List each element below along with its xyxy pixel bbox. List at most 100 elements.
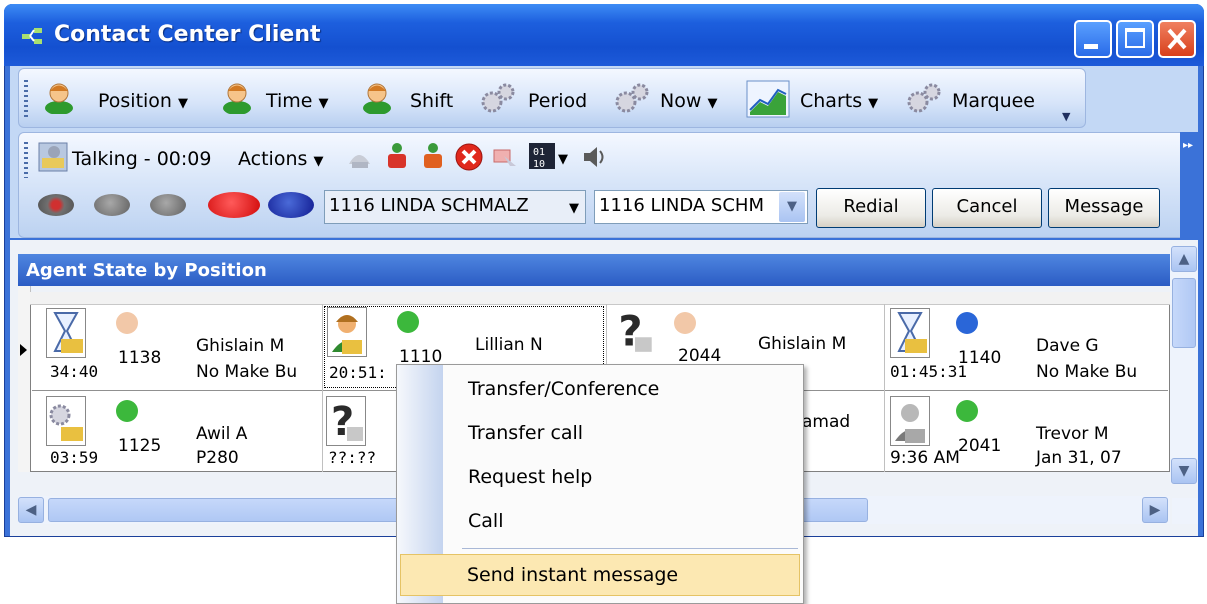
line-led-1[interactable]	[38, 194, 74, 216]
transfer-phone-icon[interactable]	[382, 140, 412, 172]
marquee-button[interactable]: Marquee	[952, 90, 1035, 112]
maximize-button[interactable]	[1116, 20, 1154, 58]
charts-menu[interactable]: Charts ▼	[800, 90, 878, 112]
svg-text:01: 01	[533, 147, 545, 158]
size-grip-icon[interactable]	[1172, 498, 1198, 524]
toolbar-chevron[interactable]: ▸▸	[1180, 132, 1198, 238]
window-title: Contact Center Client	[54, 22, 321, 47]
minimize-button[interactable]	[1074, 20, 1112, 58]
agent-person-icon	[223, 83, 251, 114]
toolbar-overflow-icon[interactable]: ▼	[1062, 110, 1070, 123]
charts-label: Charts	[800, 90, 863, 112]
time-label: Time	[266, 90, 313, 112]
now-menu[interactable]: Now ▼	[660, 90, 717, 112]
status-dot	[116, 312, 138, 334]
column-divider	[884, 304, 885, 472]
vertical-scrollbar[interactable]: ▲ ▼	[1170, 246, 1198, 484]
agent-ext: 2041	[958, 436, 1002, 456]
toolbar-grip[interactable]	[24, 142, 28, 178]
unknown-question-icon: ?	[326, 396, 366, 446]
line-led-2[interactable]	[94, 194, 130, 216]
gears-icon	[907, 83, 941, 113]
agent-cell[interactable]: 1125 Awil A 03:59 P280	[34, 394, 320, 470]
chevron-up-icon: ▲	[1178, 251, 1190, 267]
time-menu[interactable]: Time ▼	[266, 90, 329, 112]
gears-icon	[615, 83, 649, 113]
conference-phone-icon[interactable]	[418, 140, 448, 172]
menu-item-call[interactable]: Call	[468, 510, 503, 532]
cancel-button[interactable]: Cancel	[932, 188, 1042, 228]
position-menu[interactable]: Position ▼	[98, 90, 188, 112]
agent-name: Awil A	[196, 424, 248, 444]
scroll-right-button[interactable]: ▶	[1142, 497, 1168, 523]
dial-combo[interactable]: 1116 LINDA SCHM ▼	[594, 190, 808, 224]
chevron-down-icon: ▼	[787, 199, 797, 214]
line-led-4[interactable]	[208, 192, 260, 218]
speaker-icon[interactable]	[578, 142, 608, 172]
chevron-down-icon: ▼	[1178, 463, 1190, 479]
status-dot	[397, 311, 419, 333]
toolbar-more-icon: ▸▸	[1183, 140, 1194, 151]
line-led-3[interactable]	[150, 194, 186, 216]
agent-time: 34:40	[50, 362, 99, 381]
agent-cell[interactable]: 1140 Dave G 01:45:31 No Make Bu	[886, 306, 1168, 388]
menu-item-request-help[interactable]: Request help	[468, 466, 592, 488]
agent-cell[interactable]: 2041 Trevor M 9:36 AM Jan 31, 07	[886, 394, 1168, 470]
chevron-right-icon: ▶	[1149, 502, 1161, 518]
redial-button[interactable]: Redial	[816, 188, 926, 228]
panel-header: Agent State by Position	[18, 254, 1170, 286]
agent-ext: 1125	[118, 436, 162, 456]
dropdown-button[interactable]: ▼	[779, 192, 805, 222]
scroll-thumb[interactable]	[1172, 278, 1196, 348]
unknown-question-icon: ?	[614, 306, 654, 356]
position-label: Position	[98, 90, 172, 112]
menu-item-send-instant-message[interactable]: Send instant message	[400, 554, 800, 596]
message-button[interactable]: Message	[1048, 188, 1160, 228]
scroll-left-button[interactable]: ◀	[18, 497, 44, 523]
column-divider	[322, 304, 323, 472]
hourglass-phone-icon	[46, 308, 86, 358]
chevron-down-icon: ▼	[178, 96, 189, 111]
scroll-up-button[interactable]: ▲	[1171, 246, 1197, 272]
line-led-5[interactable]	[268, 192, 314, 218]
agent-name: Dave G	[1036, 336, 1099, 356]
close-button[interactable]	[1158, 20, 1196, 58]
agent-name: Ghislain M	[758, 334, 847, 354]
scroll-down-button[interactable]: ▼	[1171, 458, 1197, 484]
period-button[interactable]: Period	[528, 90, 587, 112]
agent-name: amad	[802, 412, 851, 432]
grid-column-header	[30, 292, 1170, 305]
hourglass-phone-icon	[890, 308, 930, 358]
agent-cell[interactable]: 1138 Ghislain M 34:40 No Make Bu	[34, 306, 320, 388]
toolbar-grip[interactable]	[24, 80, 28, 120]
pickup-icon[interactable]	[490, 142, 520, 172]
agent-info: No Make Bu	[1036, 362, 1138, 382]
chevron-left-icon: ◀	[25, 502, 37, 518]
chevron-down-icon: ▼	[313, 154, 324, 169]
shift-button[interactable]: Shift	[410, 90, 453, 112]
agent-name: Trevor M	[1036, 424, 1109, 444]
chevron-down-icon[interactable]: ▼	[558, 152, 568, 167]
dial-combo-value: 1116 LINDA SCHM	[599, 195, 764, 216]
panel-title: Agent State by Position	[26, 260, 267, 281]
menu-item-transfer-conference[interactable]: Transfer/Conference	[468, 378, 659, 400]
agent-ext: 2044	[678, 346, 722, 366]
chevron-down-icon: ▼	[868, 96, 879, 111]
call-status-text: Talking - 00:09	[72, 148, 212, 170]
agent-time: 01:45:31	[890, 362, 968, 381]
minimize-icon	[1084, 44, 1098, 49]
agent-time: 03:59	[50, 448, 99, 467]
hold-phone-icon[interactable]	[344, 142, 374, 172]
agent-info: P280	[196, 448, 239, 468]
keypad-icon[interactable]: 01 10	[528, 142, 556, 170]
menu-item-transfer-call[interactable]: Transfer call	[468, 422, 583, 444]
close-icon	[1167, 28, 1187, 50]
agent-headset-gray-icon	[890, 396, 930, 446]
agent-combo[interactable]: 1116 LINDA SCHMALZ ▼	[324, 190, 586, 224]
status-dot	[956, 400, 978, 422]
hangup-icon[interactable]	[454, 142, 484, 172]
chevron-down-icon: ▼	[707, 96, 718, 111]
current-row-arrow-icon	[20, 344, 27, 356]
actions-menu[interactable]: Actions ▼	[238, 148, 323, 170]
call-status-icon	[38, 142, 68, 172]
